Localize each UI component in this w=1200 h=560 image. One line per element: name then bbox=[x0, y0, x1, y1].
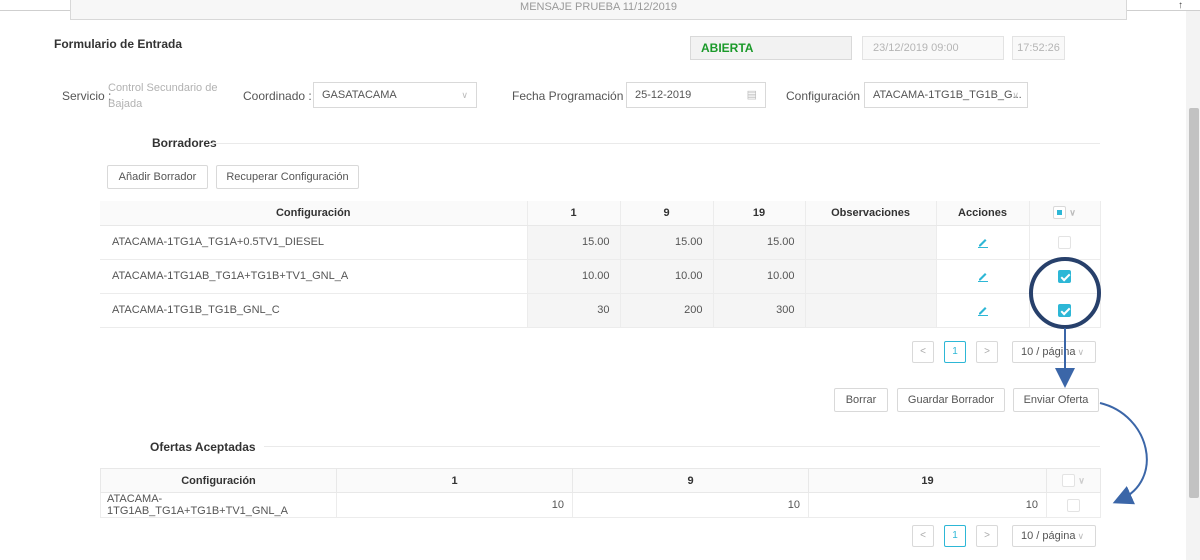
annotation-arrow bbox=[1099, 402, 1148, 505]
annotation-overlay bbox=[1029, 257, 1148, 505]
highlight-circle bbox=[1029, 257, 1101, 329]
